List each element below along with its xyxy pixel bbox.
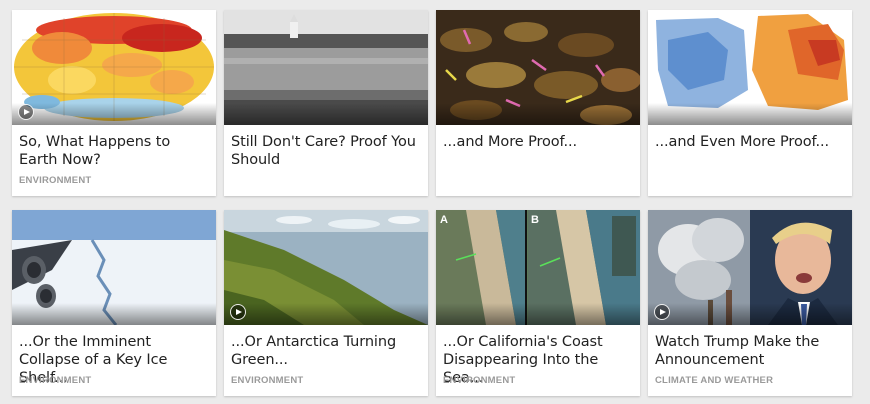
global-temperature-map-thumbnail[interactable] — [12, 10, 216, 125]
article-card[interactable]: ...and More Proof... — [436, 10, 640, 196]
article-category: ENVIRONMENT — [443, 375, 516, 386]
article-card[interactable]: So, What Happens to Earth Now? ENVIRONME… — [12, 10, 216, 196]
article-title[interactable]: ...and Even More Proof... — [655, 133, 845, 151]
smokestacks-and-trump-thumbnail[interactable] — [648, 210, 852, 325]
article-title[interactable]: ...and More Proof... — [443, 133, 633, 151]
lobsters-thumbnail[interactable] — [436, 10, 640, 125]
article-title[interactable]: So, What Happens to Earth Now? — [19, 133, 209, 169]
coastline-before-after-thumbnail[interactable]: A B — [436, 210, 640, 325]
play-icon[interactable] — [230, 304, 246, 320]
article-card[interactable]: ...Or the Imminent Collapse of a Key Ice… — [12, 210, 216, 396]
article-card[interactable]: ...Or Antarctica Turning Green... ENVIRO… — [224, 210, 428, 396]
ice-shelf-crack-thumbnail[interactable] — [12, 210, 216, 325]
thumbnail-shade — [648, 103, 852, 125]
article-title[interactable]: Still Don't Care? Proof You Should — [231, 133, 421, 169]
thumbnail-shade — [12, 303, 216, 325]
article-category: ENVIRONMENT — [19, 375, 92, 386]
article-card[interactable]: ...and Even More Proof... — [648, 10, 852, 196]
article-grid: So, What Happens to Earth Now? ENVIRONME… — [12, 10, 852, 396]
article-title[interactable]: Watch Trump Make the Announcement — [655, 333, 845, 369]
thumbnail-shade — [224, 103, 428, 125]
article-card[interactable]: Still Don't Care? Proof You Should — [224, 10, 428, 196]
play-icon[interactable] — [18, 104, 34, 120]
flooded-coastline-thumbnail[interactable] — [224, 10, 428, 125]
thumbnail-shade — [224, 303, 428, 325]
article-category: CLIMATE AND WEATHER — [655, 375, 774, 386]
article-card[interactable]: A B ...Or California's Coast Disappearin… — [436, 210, 640, 396]
coast-label-b: B — [531, 214, 539, 226]
article-card[interactable]: Watch Trump Make the Announcement CLIMAT… — [648, 210, 852, 396]
thumbnail-shade — [12, 103, 216, 125]
play-icon[interactable] — [654, 304, 670, 320]
green-antarctica-thumbnail[interactable] — [224, 210, 428, 325]
article-category: ENVIRONMENT — [19, 175, 92, 186]
coast-label-a: A — [440, 214, 448, 226]
article-category: ENVIRONMENT — [231, 375, 304, 386]
thumbnail-shade — [648, 303, 852, 325]
thumbnail-shade — [436, 303, 640, 325]
article-title[interactable]: ...Or Antarctica Turning Green... — [231, 333, 421, 369]
thumbnail-shade — [436, 103, 640, 125]
temperature-change-maps-thumbnail[interactable] — [648, 10, 852, 125]
